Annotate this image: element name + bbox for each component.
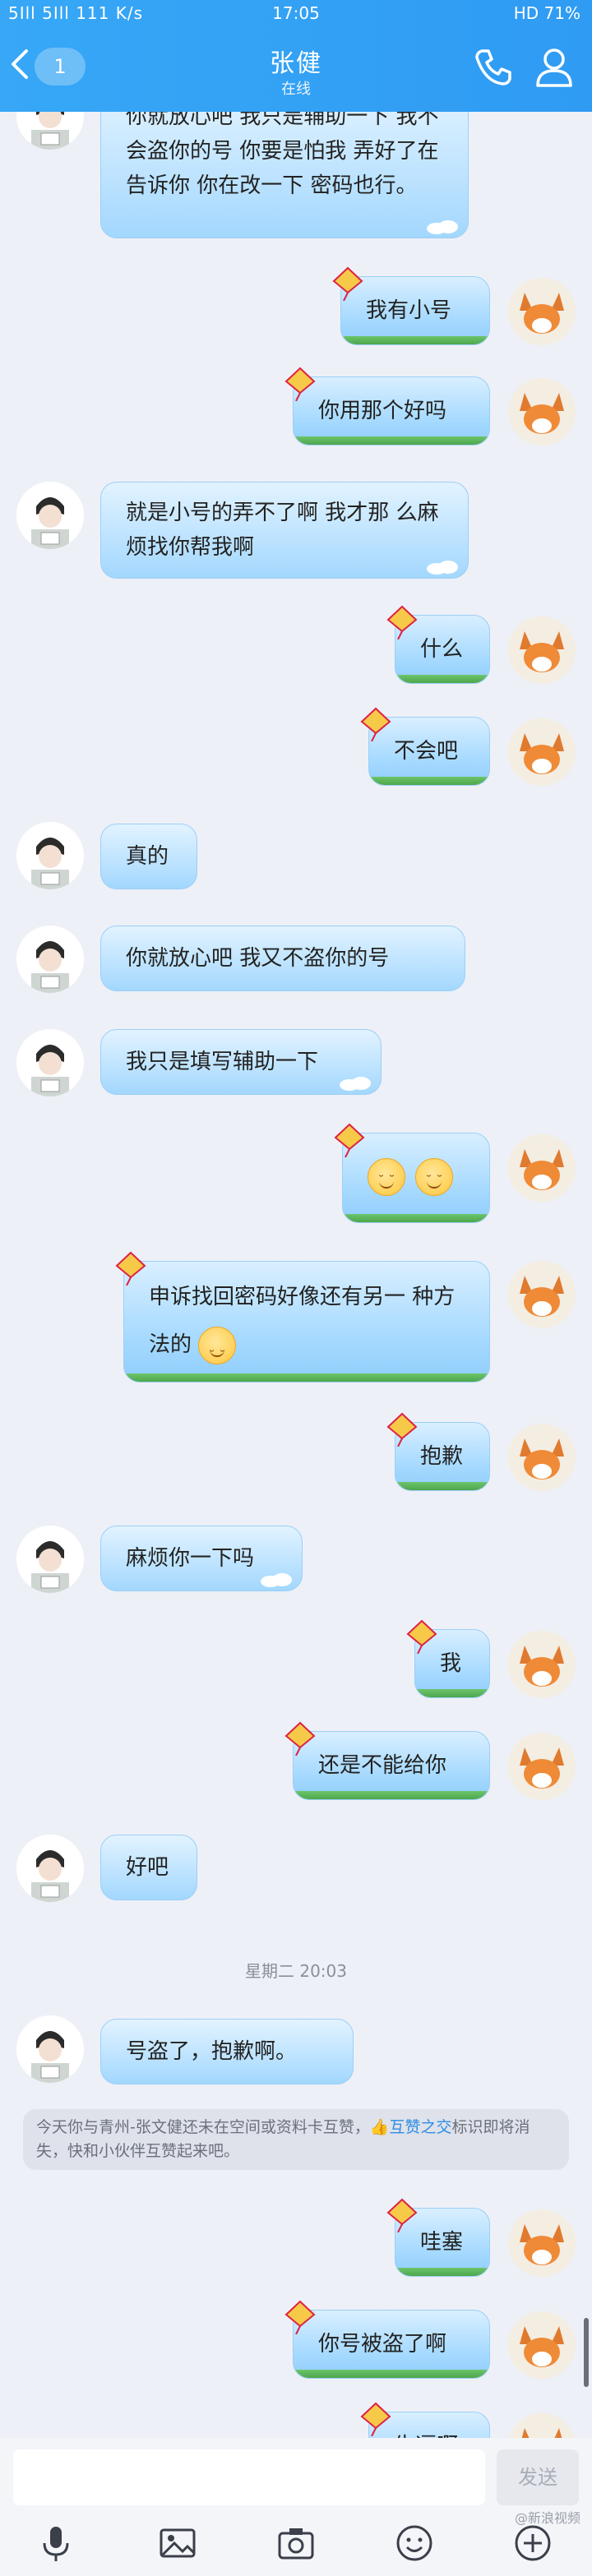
message-list[interactable]: 你就放心吧 我只是辅助一下 我不会盗你的号 你要是怕我 弄好了在告诉你 你在改一… [0,0,592,2576]
avatar[interactable] [508,1134,576,1202]
message-text: 抱歉 [420,1444,464,1469]
message-text: 我 [440,1651,462,1676]
battery-status: HD 71% [513,3,580,23]
kite-icon [284,367,316,401]
notice-text: 今天你与青州-张文健还未在空间或资料卡互赞， [36,2118,370,2136]
avatar[interactable] [508,718,576,786]
avatar[interactable] [16,1526,84,1593]
kite-icon [360,2402,391,2436]
message-text: 我有小号 [366,298,452,323]
scrollbar[interactable] [584,2318,589,2387]
message-text: 申诉找回密码好像还有另一 种方法的 [149,1273,474,1380]
message-text-content: 申诉找回密码好像还有另一 种方法的 [149,1285,456,1357]
cloud-icon [427,561,458,575]
watermark: @新浪视频 [514,2510,580,2526]
message-text: 你就放心吧 我只是辅助一下 我不会盗你的号 你要是怕我 弄好了在告诉你 你在改一… [126,104,439,198]
phone-icon[interactable] [470,44,516,90]
message-text: 就是小号的弄不了啊 我才那 么麻烦找你帮我啊 [126,501,439,560]
message-text [368,1158,474,1198]
microphone-icon[interactable] [35,2522,77,2564]
avatar[interactable] [16,822,84,889]
mutual-like-link[interactable]: 互赞之交 [390,2118,452,2136]
kite-icon [332,266,363,301]
emoji-icon [415,1158,453,1198]
kite-icon [360,707,391,741]
kite-icon [386,2198,418,2232]
thumbs-up-icon: 👍 [369,2118,390,2136]
system-notice: 今天你与青州-张文健还未在空间或资料卡互赞，👍互赞之交标识即将消失，快和小伙伴互… [23,2109,569,2170]
avatar[interactable] [16,1835,84,1902]
kite-icon [386,605,418,639]
profile-icon[interactable] [531,44,577,90]
timestamp: 星期二 20:03 [245,1961,347,1981]
message-text: 你号被盗了啊 [318,2332,447,2357]
kite-icon [334,1123,365,1157]
emoji-icon[interactable] [393,2522,436,2564]
status-bar: 5Ill 5Ill 111 K/s 17:05 HD 71% [0,0,592,28]
message-bubble-in[interactable]: 真的 [100,824,197,889]
kite-icon [284,1721,316,1756]
avatar[interactable] [508,378,576,445]
message-bubble-in[interactable]: 你就放心吧 我又不盗你的号 [100,926,465,991]
cloud-icon [427,220,458,234]
image-icon[interactable] [156,2522,199,2564]
message-text: 你用那个好吗 [318,399,447,423]
message-bubble-out[interactable]: 你用那个好吗 [293,376,490,445]
avatar[interactable] [16,482,84,549]
avatar[interactable] [16,926,84,993]
chat-header: 5Ill 5Ill 111 K/s 17:05 HD 71% 1 张健 在线 [0,0,592,112]
emoji-icon [198,1327,237,1380]
cloud-icon [340,1077,371,1091]
kite-icon [115,1251,146,1286]
avatar[interactable] [16,2015,84,2083]
avatar[interactable] [508,278,576,345]
message-bubble-in[interactable]: 麻烦你一下吗 [100,1526,303,1591]
avatar[interactable] [508,2209,576,2277]
message-text: 真的 [126,844,169,869]
avatar[interactable] [508,616,576,684]
message-text: 哇塞 [420,2230,464,2255]
message-text: 什么 [420,637,464,662]
message-text: 不会吧 [394,739,459,764]
message-text: 你就放心吧 我又不盗你的号 [126,946,390,971]
avatar[interactable] [508,2311,576,2379]
message-bubble-out[interactable]: 申诉找回密码好像还有另一 种方法的 [123,1261,490,1383]
input-area: 发送 @新浪视频 [0,2438,592,2576]
emoji-icon [368,1158,405,1198]
message-bubble-in[interactable]: 就是小号的弄不了啊 我才那 么麻烦找你帮我啊 [100,482,469,579]
kite-icon [284,2300,316,2334]
message-bubble-in[interactable]: 好吧 [100,1835,197,1900]
message-text: 好吧 [126,1855,169,1880]
kite-icon [386,1412,418,1447]
clock: 17:05 [272,3,320,23]
avatar[interactable] [508,1261,576,1328]
message-input[interactable] [13,2449,485,2505]
message-bubble-out[interactable]: 你号被盗了啊 [293,2310,490,2379]
avatar[interactable] [16,1029,84,1096]
message-text: 我只是填写辅助一下 [126,1050,319,1074]
message-bubble-in[interactable]: 我只是填写辅助一下 [100,1029,382,1095]
avatar[interactable] [508,1631,576,1698]
message-bubble-in[interactable]: 号盗了，抱歉啊。 [100,2019,354,2084]
avatar[interactable] [508,1424,576,1491]
kite-icon [406,1619,437,1654]
send-button[interactable]: 发送 [497,2449,579,2505]
avatar[interactable] [508,1733,576,1800]
message-text: 还是不能给你 [318,1753,447,1778]
message-bubble-out[interactable]: 还是不能给你 [293,1731,490,1800]
message-text: 号盗了，抱歉啊。 [126,2039,298,2064]
plus-icon[interactable] [511,2522,554,2564]
cloud-icon [261,1573,292,1587]
camera-icon[interactable] [275,2522,317,2564]
